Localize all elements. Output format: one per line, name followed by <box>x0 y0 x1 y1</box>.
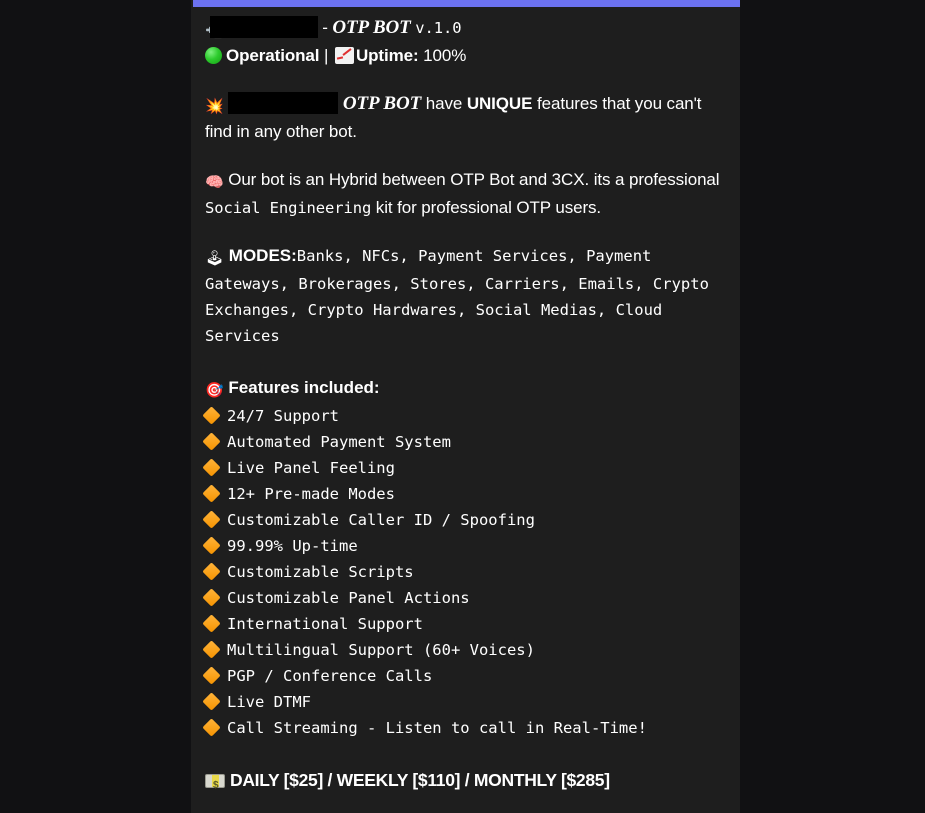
orange-diamond-icon <box>202 588 221 607</box>
header-version: v.1.0 <box>415 19 462 37</box>
orange-diamond-icon <box>202 562 221 581</box>
header-product-name: OTP BOT <box>332 17 411 38</box>
dart-target-icon: 🎯 <box>205 381 224 399</box>
message-content: 📲 - OTP BOT v.1.0 Operational | Uptime: … <box>191 7 740 799</box>
tagline-block: 💥 OTP BOT have UNIQUE features that you … <box>205 91 726 145</box>
feature-label: Call Streaming - Listen to call in Real-… <box>227 719 647 737</box>
joystick-icon: 🕹 <box>205 249 225 267</box>
feature-label: Customizable Panel Actions <box>227 589 470 607</box>
feature-label: International Support <box>227 615 423 633</box>
orange-diamond-icon <box>202 666 221 685</box>
orange-diamond-icon <box>202 458 221 477</box>
feature-label: Customizable Scripts <box>227 563 414 581</box>
feature-label: Live DTMF <box>227 693 311 711</box>
feature-label: Customizable Caller ID / Spoofing <box>227 511 535 529</box>
orange-diamond-icon <box>202 640 221 659</box>
collision-icon: 💥 <box>205 97 224 115</box>
list-item: Multilingual Support (60+ Voices) <box>202 637 726 663</box>
orange-diamond-icon <box>202 510 221 529</box>
pricing-line: DAILY [$25] / WEEKLY [$110] / MONTHLY [$… <box>205 767 726 799</box>
list-item: Customizable Caller ID / Spoofing <box>202 507 726 533</box>
orange-diamond-icon <box>202 692 221 711</box>
status-label: Operational <box>226 46 320 65</box>
feature-label: Automated Payment System <box>227 433 451 451</box>
header-title-line: 📲 - OTP BOT v.1.0 <box>205 15 726 43</box>
orange-diamond-icon <box>202 484 221 503</box>
list-item: 12+ Pre-made Modes <box>202 481 726 507</box>
dollar-banknote-icon <box>205 773 225 799</box>
uptime-label: Uptime: <box>355 46 419 65</box>
feature-label: 24/7 Support <box>227 407 339 425</box>
orange-diamond-icon <box>202 536 221 555</box>
list-item: Customizable Panel Actions <box>202 585 726 611</box>
feature-label: 12+ Pre-made Modes <box>227 485 395 503</box>
list-item: 99.99% Up-time <box>202 533 726 559</box>
orange-diamond-icon <box>202 614 221 633</box>
list-item: 24/7 Support <box>202 403 726 429</box>
features-heading: Features included: <box>228 378 380 397</box>
pricing-text: DAILY [$25] / WEEKLY [$110] / MONTHLY [$… <box>230 770 610 790</box>
accent-bar <box>193 0 740 7</box>
description-part2: kit for professional OTP users. <box>371 198 602 217</box>
chart-increasing-icon <box>334 47 354 64</box>
orange-diamond-icon <box>202 718 221 737</box>
description-part1: Our bot is an Hybrid between OTP Bot and… <box>228 170 720 189</box>
tagline-unique-word: UNIQUE <box>466 94 533 113</box>
features-heading-line: 🎯 Features included: <box>205 375 726 403</box>
description-code-phrase: Social Engineering <box>205 199 372 217</box>
feature-label: Multilingual Support (60+ Voices) <box>227 641 535 659</box>
tagline-text-before: have <box>421 94 467 113</box>
list-item: Customizable Scripts <box>202 559 726 585</box>
modes-block: 🕹 MODES:Banks, NFCs, Payment Services, P… <box>205 243 726 349</box>
status-divider: | <box>324 46 329 65</box>
tagline-product-name: OTP BOT <box>342 93 422 114</box>
header-separator: - <box>317 18 333 37</box>
feature-label: Live Panel Feeling <box>227 459 395 477</box>
list-item: Live Panel Feeling <box>202 455 726 481</box>
description-block: 🧠 Our bot is an Hybrid between OTP Bot a… <box>205 167 726 221</box>
list-item: International Support <box>202 611 726 637</box>
orange-diamond-icon <box>202 432 221 451</box>
redacted-brand-header <box>209 16 318 38</box>
feature-label: 99.99% Up-time <box>227 537 358 555</box>
status-line: Operational | Uptime: 100% <box>205 43 726 69</box>
list-item: Automated Payment System <box>202 429 726 455</box>
list-item: Call Streaming - Listen to call in Real-… <box>202 715 726 741</box>
brain-icon: 🧠 <box>205 173 224 191</box>
feature-label: PGP / Conference Calls <box>227 667 433 685</box>
redacted-brand-tagline <box>228 92 339 114</box>
features-list: 24/7 Support Automated Payment System Li… <box>202 403 726 741</box>
modes-label: MODES: <box>228 246 297 265</box>
message-panel: 📲 - OTP BOT v.1.0 Operational | Uptime: … <box>191 0 740 813</box>
page-root: 📲 - OTP BOT v.1.0 Operational | Uptime: … <box>0 0 925 813</box>
list-item: PGP / Conference Calls <box>202 663 726 689</box>
uptime-value: 100% <box>423 46 467 65</box>
orange-diamond-icon <box>202 406 221 425</box>
list-item: Live DTMF <box>202 689 726 715</box>
green-circle-icon <box>205 47 222 64</box>
